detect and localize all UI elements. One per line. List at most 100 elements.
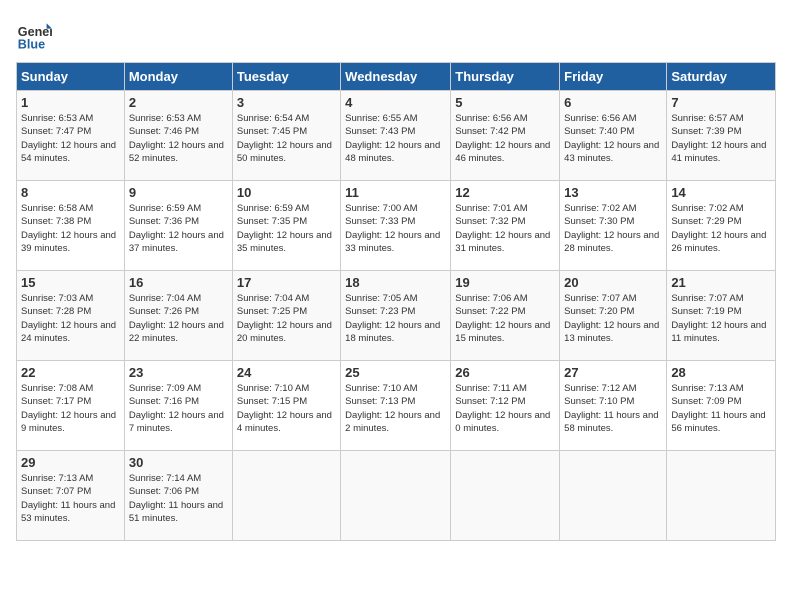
day-number: 15 xyxy=(21,275,120,290)
day-info: Sunrise: 7:04 AMSunset: 7:26 PMDaylight:… xyxy=(129,292,228,345)
header-sunday: Sunday xyxy=(17,63,125,91)
day-number: 26 xyxy=(455,365,555,380)
calendar-day-cell: 11 Sunrise: 7:00 AMSunset: 7:33 PMDaylig… xyxy=(341,181,451,271)
day-info: Sunrise: 7:10 AMSunset: 7:15 PMDaylight:… xyxy=(237,382,336,435)
page-header: General Blue xyxy=(16,16,776,52)
calendar-day-cell: 26 Sunrise: 7:11 AMSunset: 7:12 PMDaylig… xyxy=(451,361,560,451)
calendar-day-cell: 13 Sunrise: 7:02 AMSunset: 7:30 PMDaylig… xyxy=(560,181,667,271)
day-info: Sunrise: 6:56 AMSunset: 7:40 PMDaylight:… xyxy=(564,112,662,165)
day-info: Sunrise: 7:09 AMSunset: 7:16 PMDaylight:… xyxy=(129,382,228,435)
day-info: Sunrise: 6:56 AMSunset: 7:42 PMDaylight:… xyxy=(455,112,555,165)
day-number: 3 xyxy=(237,95,336,110)
day-info: Sunrise: 6:59 AMSunset: 7:35 PMDaylight:… xyxy=(237,202,336,255)
day-info: Sunrise: 7:02 AMSunset: 7:30 PMDaylight:… xyxy=(564,202,662,255)
day-info: Sunrise: 6:54 AMSunset: 7:45 PMDaylight:… xyxy=(237,112,336,165)
day-number: 14 xyxy=(671,185,771,200)
day-number: 10 xyxy=(237,185,336,200)
day-number: 9 xyxy=(129,185,228,200)
calendar-day-cell: 28 Sunrise: 7:13 AMSunset: 7:09 PMDaylig… xyxy=(667,361,776,451)
day-number: 4 xyxy=(345,95,446,110)
calendar-day-cell xyxy=(560,451,667,541)
day-info: Sunrise: 6:53 AMSunset: 7:46 PMDaylight:… xyxy=(129,112,228,165)
day-info: Sunrise: 7:07 AMSunset: 7:20 PMDaylight:… xyxy=(564,292,662,345)
calendar-day-cell: 18 Sunrise: 7:05 AMSunset: 7:23 PMDaylig… xyxy=(341,271,451,361)
day-number: 25 xyxy=(345,365,446,380)
day-number: 27 xyxy=(564,365,662,380)
calendar-week-row: 8 Sunrise: 6:58 AMSunset: 7:38 PMDayligh… xyxy=(17,181,776,271)
day-info: Sunrise: 6:58 AMSunset: 7:38 PMDaylight:… xyxy=(21,202,120,255)
calendar-day-cell xyxy=(232,451,340,541)
calendar-day-cell: 12 Sunrise: 7:01 AMSunset: 7:32 PMDaylig… xyxy=(451,181,560,271)
calendar-day-cell: 22 Sunrise: 7:08 AMSunset: 7:17 PMDaylig… xyxy=(17,361,125,451)
day-number: 2 xyxy=(129,95,228,110)
logo-icon: General Blue xyxy=(16,16,52,52)
day-number: 18 xyxy=(345,275,446,290)
day-info: Sunrise: 7:01 AMSunset: 7:32 PMDaylight:… xyxy=(455,202,555,255)
day-number: 17 xyxy=(237,275,336,290)
svg-text:Blue: Blue xyxy=(18,37,45,51)
header-saturday: Saturday xyxy=(667,63,776,91)
calendar-day-cell: 4 Sunrise: 6:55 AMSunset: 7:43 PMDayligh… xyxy=(341,91,451,181)
calendar-day-cell: 6 Sunrise: 6:56 AMSunset: 7:40 PMDayligh… xyxy=(560,91,667,181)
day-number: 30 xyxy=(129,455,228,470)
day-info: Sunrise: 7:02 AMSunset: 7:29 PMDaylight:… xyxy=(671,202,771,255)
calendar-day-cell: 8 Sunrise: 6:58 AMSunset: 7:38 PMDayligh… xyxy=(17,181,125,271)
day-number: 22 xyxy=(21,365,120,380)
calendar-day-cell: 7 Sunrise: 6:57 AMSunset: 7:39 PMDayligh… xyxy=(667,91,776,181)
day-number: 6 xyxy=(564,95,662,110)
header-monday: Monday xyxy=(124,63,232,91)
day-number: 21 xyxy=(671,275,771,290)
calendar-day-cell: 14 Sunrise: 7:02 AMSunset: 7:29 PMDaylig… xyxy=(667,181,776,271)
day-number: 20 xyxy=(564,275,662,290)
day-number: 19 xyxy=(455,275,555,290)
day-info: Sunrise: 7:03 AMSunset: 7:28 PMDaylight:… xyxy=(21,292,120,345)
header-wednesday: Wednesday xyxy=(341,63,451,91)
calendar-day-cell: 19 Sunrise: 7:06 AMSunset: 7:22 PMDaylig… xyxy=(451,271,560,361)
day-info: Sunrise: 7:10 AMSunset: 7:13 PMDaylight:… xyxy=(345,382,446,435)
day-info: Sunrise: 7:13 AMSunset: 7:09 PMDaylight:… xyxy=(671,382,771,435)
day-number: 13 xyxy=(564,185,662,200)
logo: General Blue xyxy=(16,16,52,52)
day-info: Sunrise: 7:11 AMSunset: 7:12 PMDaylight:… xyxy=(455,382,555,435)
day-info: Sunrise: 6:55 AMSunset: 7:43 PMDaylight:… xyxy=(345,112,446,165)
calendar-day-cell: 21 Sunrise: 7:07 AMSunset: 7:19 PMDaylig… xyxy=(667,271,776,361)
calendar-day-cell: 29 Sunrise: 7:13 AMSunset: 7:07 PMDaylig… xyxy=(17,451,125,541)
day-number: 24 xyxy=(237,365,336,380)
calendar-day-cell xyxy=(341,451,451,541)
day-number: 16 xyxy=(129,275,228,290)
day-info: Sunrise: 6:57 AMSunset: 7:39 PMDaylight:… xyxy=(671,112,771,165)
day-number: 11 xyxy=(345,185,446,200)
calendar-table: Sunday Monday Tuesday Wednesday Thursday… xyxy=(16,62,776,541)
day-info: Sunrise: 7:04 AMSunset: 7:25 PMDaylight:… xyxy=(237,292,336,345)
day-number: 7 xyxy=(671,95,771,110)
calendar-header-row: Sunday Monday Tuesday Wednesday Thursday… xyxy=(17,63,776,91)
calendar-day-cell: 23 Sunrise: 7:09 AMSunset: 7:16 PMDaylig… xyxy=(124,361,232,451)
day-info: Sunrise: 6:53 AMSunset: 7:47 PMDaylight:… xyxy=(21,112,120,165)
header-thursday: Thursday xyxy=(451,63,560,91)
calendar-day-cell: 30 Sunrise: 7:14 AMSunset: 7:06 PMDaylig… xyxy=(124,451,232,541)
header-tuesday: Tuesday xyxy=(232,63,340,91)
day-info: Sunrise: 7:07 AMSunset: 7:19 PMDaylight:… xyxy=(671,292,771,345)
day-info: Sunrise: 7:14 AMSunset: 7:06 PMDaylight:… xyxy=(129,472,228,525)
day-number: 23 xyxy=(129,365,228,380)
calendar-day-cell: 20 Sunrise: 7:07 AMSunset: 7:20 PMDaylig… xyxy=(560,271,667,361)
calendar-day-cell: 27 Sunrise: 7:12 AMSunset: 7:10 PMDaylig… xyxy=(560,361,667,451)
calendar-day-cell: 5 Sunrise: 6:56 AMSunset: 7:42 PMDayligh… xyxy=(451,91,560,181)
day-number: 8 xyxy=(21,185,120,200)
calendar-day-cell: 25 Sunrise: 7:10 AMSunset: 7:13 PMDaylig… xyxy=(341,361,451,451)
calendar-day-cell xyxy=(451,451,560,541)
day-info: Sunrise: 7:08 AMSunset: 7:17 PMDaylight:… xyxy=(21,382,120,435)
calendar-day-cell: 17 Sunrise: 7:04 AMSunset: 7:25 PMDaylig… xyxy=(232,271,340,361)
day-number: 28 xyxy=(671,365,771,380)
day-info: Sunrise: 7:05 AMSunset: 7:23 PMDaylight:… xyxy=(345,292,446,345)
day-number: 29 xyxy=(21,455,120,470)
day-number: 12 xyxy=(455,185,555,200)
day-info: Sunrise: 7:06 AMSunset: 7:22 PMDaylight:… xyxy=(455,292,555,345)
day-number: 5 xyxy=(455,95,555,110)
calendar-day-cell: 1 Sunrise: 6:53 AMSunset: 7:47 PMDayligh… xyxy=(17,91,125,181)
calendar-week-row: 22 Sunrise: 7:08 AMSunset: 7:17 PMDaylig… xyxy=(17,361,776,451)
calendar-day-cell: 24 Sunrise: 7:10 AMSunset: 7:15 PMDaylig… xyxy=(232,361,340,451)
calendar-day-cell: 9 Sunrise: 6:59 AMSunset: 7:36 PMDayligh… xyxy=(124,181,232,271)
calendar-day-cell: 10 Sunrise: 6:59 AMSunset: 7:35 PMDaylig… xyxy=(232,181,340,271)
day-info: Sunrise: 7:12 AMSunset: 7:10 PMDaylight:… xyxy=(564,382,662,435)
